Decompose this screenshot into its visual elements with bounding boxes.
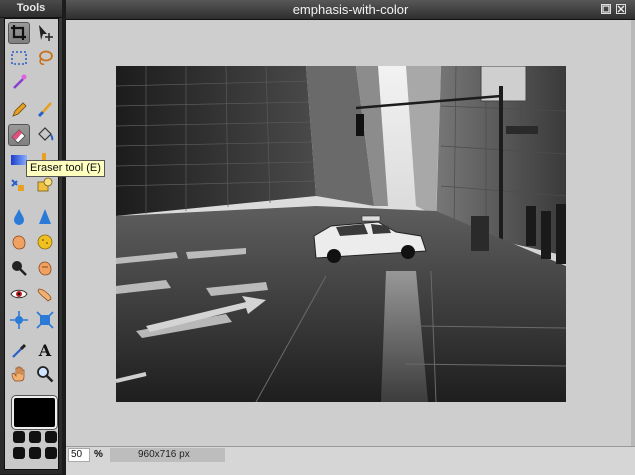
dodge-icon	[37, 288, 52, 302]
eraser-icon	[11, 129, 26, 144]
red-eye-icon	[10, 289, 28, 299]
zoom-unit: %	[94, 449, 103, 460]
move-tool[interactable]	[34, 22, 56, 44]
tool-tooltip: Eraser tool (E)	[26, 160, 105, 177]
crop-icon	[11, 25, 26, 40]
smudge-tool[interactable]	[8, 231, 30, 253]
foreground-color-swatch[interactable]	[12, 396, 57, 429]
dodge-tool[interactable]	[34, 283, 56, 305]
lasso-icon	[39, 50, 53, 65]
tools-panel: Tools A Eraser tool (E)	[0, 0, 105, 474]
image-dimensions: 960x716 px	[110, 448, 225, 462]
hand-tool[interactable]	[8, 363, 30, 385]
close-icon	[617, 5, 625, 13]
paint-bucket-tool[interactable]	[34, 124, 56, 146]
smudge-icon	[12, 235, 26, 250]
pinch-icon	[36, 311, 54, 329]
close-button[interactable]	[616, 4, 626, 14]
blur-tool[interactable]	[8, 206, 30, 228]
marquee-icon	[11, 51, 27, 65]
palette-cell	[13, 447, 25, 459]
blur-icon	[14, 209, 24, 225]
tools-title: Tools	[0, 0, 62, 18]
color-palette-button[interactable]	[11, 429, 59, 467]
magic-wand-icon	[13, 74, 27, 89]
move-icon	[39, 25, 53, 41]
pencil-tool[interactable]	[8, 99, 30, 121]
zoom-magnifier-icon	[12, 261, 27, 276]
eraser-tool[interactable]	[8, 124, 30, 146]
brush-tool[interactable]	[34, 99, 56, 121]
marquee-tool[interactable]	[8, 47, 30, 69]
sponge-tool[interactable]	[34, 231, 56, 253]
magic-wand-tool[interactable]	[8, 71, 30, 93]
bloat-tool[interactable]	[8, 309, 30, 331]
sharpen-tool[interactable]	[34, 206, 56, 228]
type-tool[interactable]: A	[34, 339, 56, 361]
crop-tool[interactable]	[8, 22, 30, 44]
zoom-icon	[37, 366, 54, 383]
vertical-scrollbar[interactable]	[631, 20, 635, 446]
lasso-tool[interactable]	[34, 47, 56, 69]
document-title: emphasis-with-color	[292, 2, 409, 17]
burn-tool[interactable]	[34, 257, 56, 279]
red-eye-tool[interactable]	[8, 283, 30, 305]
palette-cell	[13, 431, 25, 443]
tools-grid: A	[4, 18, 59, 470]
palette-cell	[29, 447, 41, 459]
document-window: emphasis-with-color 50 % 960x716 px	[66, 0, 635, 475]
shapes-icon	[37, 177, 53, 192]
maximize-button[interactable]	[601, 4, 611, 14]
maximize-icon	[602, 5, 610, 13]
status-bar: 50 % 960x716 px	[66, 446, 635, 475]
document-titlebar[interactable]: emphasis-with-color	[66, 0, 635, 20]
palette-cell	[45, 431, 57, 443]
zoom-tool[interactable]	[34, 363, 56, 385]
color-picker-tool[interactable]	[8, 339, 30, 361]
paint-bucket-icon	[38, 127, 54, 141]
palette-cell	[29, 431, 41, 443]
canvas-area[interactable]	[66, 20, 631, 446]
palette-cell	[45, 447, 57, 459]
hand-icon	[11, 366, 25, 382]
sharpen-icon	[39, 209, 51, 224]
canvas-photo[interactable]	[116, 66, 566, 402]
svg-text:A: A	[38, 341, 52, 359]
shapes-tool[interactable]	[34, 174, 56, 196]
clone-stamp-tool[interactable]	[8, 174, 30, 196]
burn-icon	[38, 261, 52, 276]
zoom-magnifier-tool[interactable]	[8, 257, 30, 279]
bloat-icon	[10, 311, 28, 329]
color-picker-icon	[12, 343, 27, 358]
brush-icon	[37, 102, 52, 118]
pencil-icon	[12, 102, 27, 117]
zoom-input[interactable]: 50	[68, 448, 90, 462]
pinch-tool[interactable]	[34, 309, 56, 331]
clone-stamp-icon	[11, 179, 24, 191]
sponge-icon	[37, 234, 53, 250]
type-icon: A	[38, 341, 52, 359]
